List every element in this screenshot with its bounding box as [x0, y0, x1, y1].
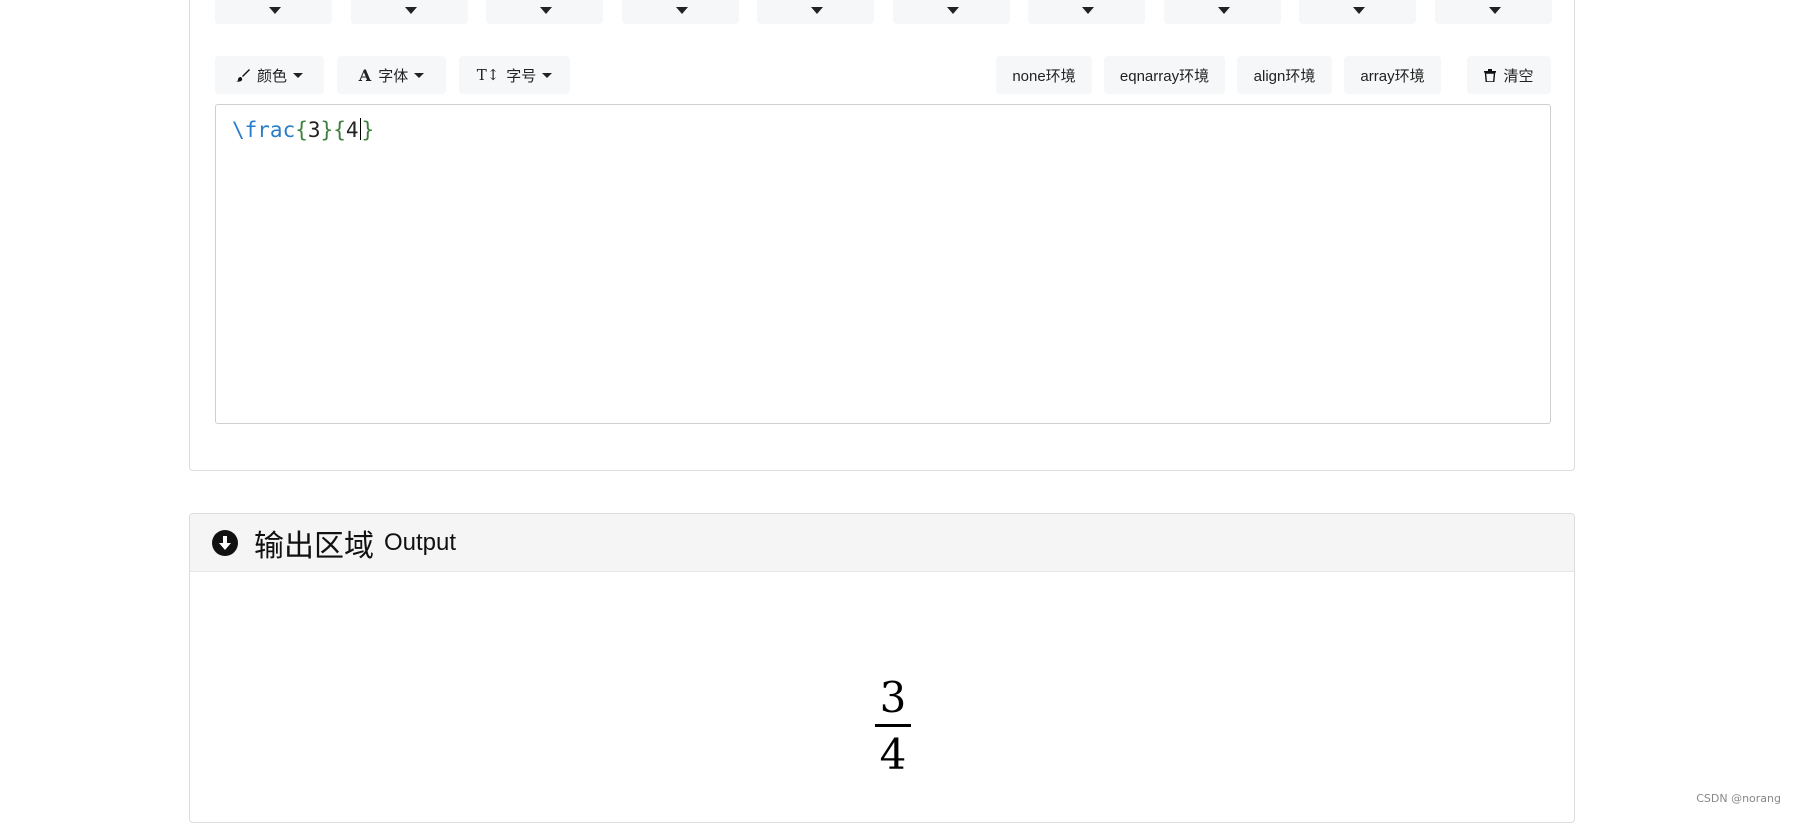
symbol-dropdown-5[interactable]: [757, 0, 874, 24]
caret-down-icon: [540, 7, 552, 14]
output-subtitle: Output: [384, 528, 457, 556]
text-cursor: [359, 118, 361, 140]
symbol-dropdown-10[interactable]: [1435, 0, 1552, 24]
eqnarray-env-button[interactable]: eqnarray环境: [1104, 56, 1225, 94]
array-env-button[interactable]: array环境: [1344, 56, 1441, 94]
output-title: 输出区域: [254, 528, 374, 564]
color-button[interactable]: 颜色: [215, 56, 324, 94]
symbol-dropdown-9[interactable]: [1299, 0, 1416, 24]
caret-down-icon: [542, 72, 553, 78]
font-button[interactable]: A 字体: [337, 56, 446, 94]
font-label: 字体: [378, 67, 409, 85]
caret-down-icon: [1082, 7, 1094, 14]
number-token: 3: [307, 118, 321, 142]
latex-command-token: \frac: [232, 118, 296, 142]
rendered-fraction: 3 4: [873, 676, 913, 777]
brace-token: {: [295, 118, 308, 142]
caret-down-icon: [1218, 7, 1230, 14]
font-icon: A: [358, 65, 372, 85]
font-size-label: 字号: [506, 67, 537, 85]
fraction-denominator: 4: [879, 730, 907, 779]
fraction-bar: [875, 724, 911, 727]
caret-down-icon: [1489, 7, 1501, 14]
clear-label: 清空: [1503, 67, 1534, 85]
align-env-button[interactable]: align环境: [1237, 56, 1332, 94]
watermark: CSDN @norang: [1696, 792, 1781, 805]
latex-editor[interactable]: \frac{3}{4}: [215, 104, 1551, 424]
font-size-button[interactable]: T↕ 字号: [459, 56, 570, 94]
output-header[interactable]: 输出区域 Output: [190, 514, 1574, 572]
none-env-label: none环境: [1012, 67, 1076, 85]
clear-button[interactable]: 清空: [1467, 56, 1551, 94]
fraction-numerator: 3: [879, 673, 907, 722]
caret-down-icon: [405, 7, 417, 14]
symbol-dropdown-2[interactable]: [351, 0, 468, 24]
symbol-dropdown-1[interactable]: [215, 0, 332, 24]
caret-down-icon: [947, 7, 959, 14]
arrow-circle-down-icon: [212, 529, 238, 556]
output-panel: 输出区域 Output 3 4: [189, 513, 1575, 823]
array-env-label: array环境: [1360, 67, 1425, 85]
brace-token: }: [361, 118, 375, 142]
caret-down-icon: [676, 7, 688, 14]
symbol-dropdown-3[interactable]: [486, 0, 603, 24]
align-env-label: align环境: [1253, 67, 1316, 85]
symbol-dropdown-row: [215, 0, 1552, 26]
symbol-dropdown-4[interactable]: [622, 0, 739, 24]
caret-down-icon: [811, 7, 823, 14]
caret-down-icon: [1353, 7, 1365, 14]
caret-down-icon: [269, 7, 281, 14]
symbol-dropdown-6[interactable]: [893, 0, 1010, 24]
caret-down-icon: [293, 72, 303, 78]
number-token: 4: [345, 118, 359, 142]
eqnarray-env-label: eqnarray环境: [1119, 67, 1210, 85]
paintbrush-icon: [235, 68, 250, 82]
color-label: 颜色: [256, 67, 287, 85]
brace-token: {: [333, 118, 346, 142]
editor-panel: 颜色 A 字体 T↕ 字号 none环境 eqnarray环境 align环境 …: [189, 0, 1575, 471]
symbol-dropdown-7[interactable]: [1028, 0, 1145, 24]
symbol-dropdown-8[interactable]: [1164, 0, 1281, 24]
none-env-button[interactable]: none环境: [996, 56, 1092, 94]
brace-token: }: [320, 118, 334, 142]
caret-down-icon: [414, 72, 425, 78]
text-height-icon: T↕: [476, 66, 500, 84]
latex-code-line: \frac{3}{4}: [232, 117, 374, 143]
trash-icon: [1484, 68, 1497, 82]
